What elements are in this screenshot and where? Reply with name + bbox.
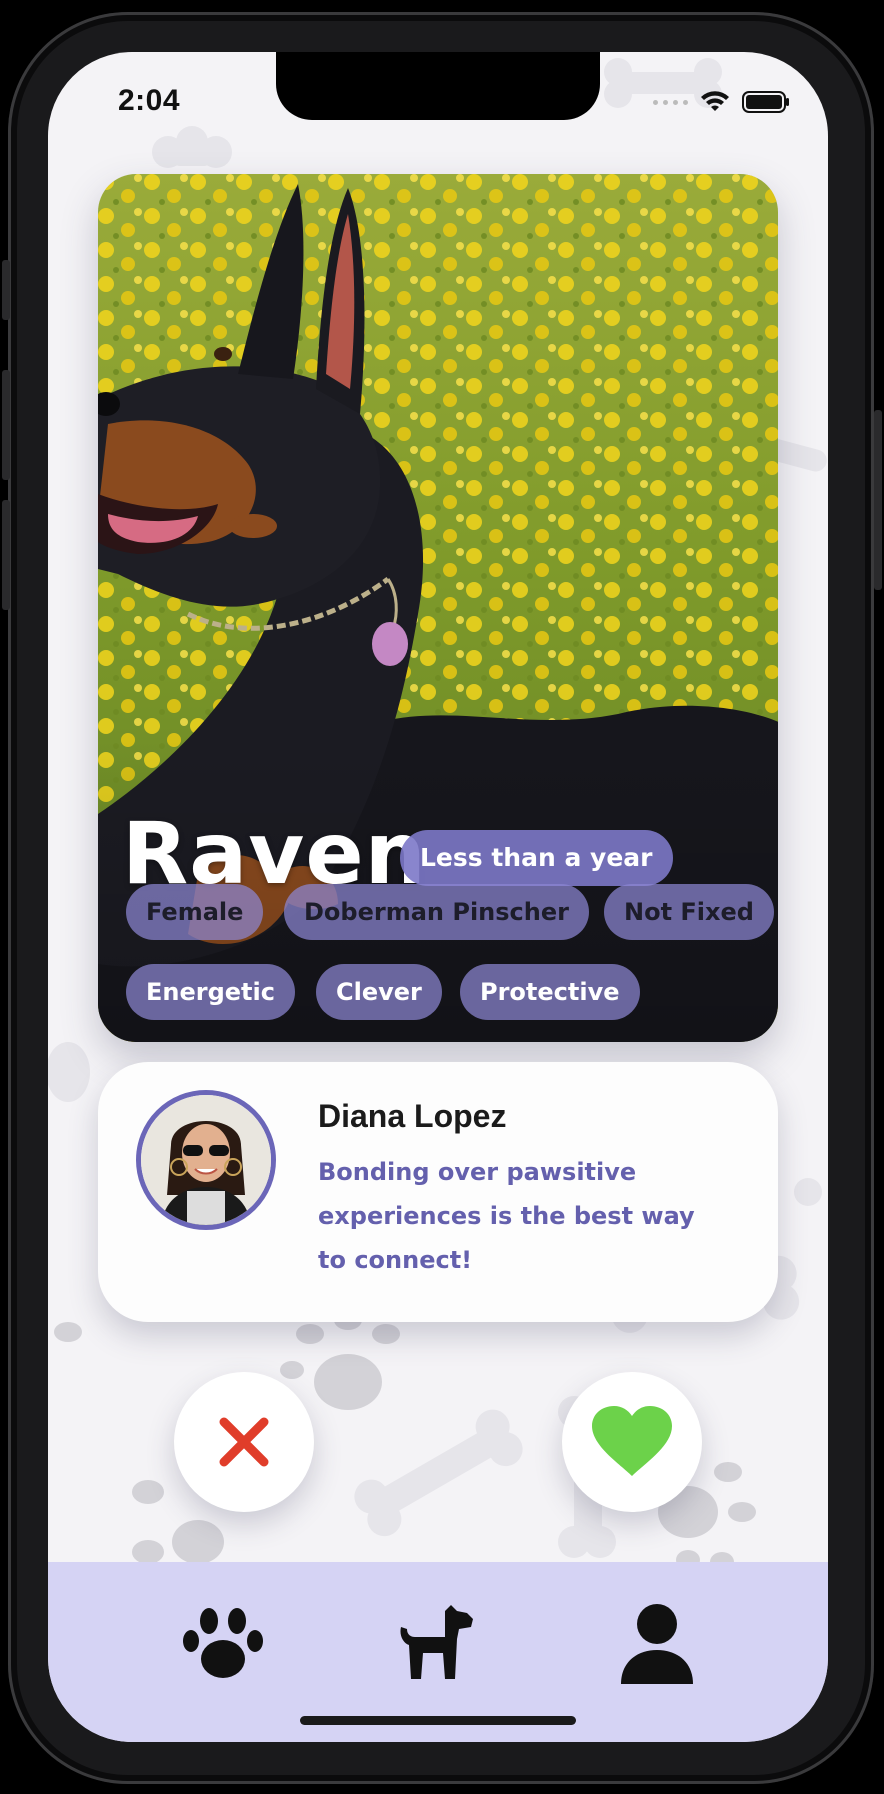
side-button: [2, 370, 10, 480]
tag-trait: Clever: [316, 964, 442, 1020]
tab-bar: [48, 1562, 828, 1742]
tab-discover[interactable]: [178, 1598, 268, 1688]
dog-icon: [400, 1605, 473, 1679]
status-icons: [653, 90, 790, 114]
age-badge: Less than a year: [400, 830, 673, 886]
app-screen: 2:04 Raven Less than a year Female Dober…: [48, 52, 828, 1742]
avatar[interactable]: [136, 1090, 276, 1230]
status-time: 2:04: [118, 84, 181, 117]
like-button[interactable]: [562, 1372, 702, 1512]
tag-fixed-status: Not Fixed: [604, 884, 774, 940]
owner-name: Diana Lopez: [318, 1098, 507, 1134]
wifi-icon: [701, 91, 729, 111]
tag-trait: Energetic: [126, 964, 295, 1020]
pet-card[interactable]: Raven Less than a year Female Doberman P…: [98, 174, 778, 1042]
tag-breed: Doberman Pinscher: [284, 884, 589, 940]
tab-my-pets[interactable]: [390, 1598, 480, 1688]
owner-photo: [141, 1095, 271, 1225]
profile-icon: [621, 1604, 693, 1684]
notch: [276, 52, 600, 120]
side-button: [2, 500, 10, 610]
side-button: [874, 410, 882, 590]
owner-card[interactable]: Diana Lopez Bonding over pawsitive exper…: [98, 1062, 778, 1322]
signal-dots-icon: [653, 99, 688, 105]
owner-bio: Bonding over pawsitive experiences is th…: [318, 1158, 695, 1274]
battery-icon: [742, 91, 789, 113]
heart-icon: [592, 1406, 672, 1476]
tag-sex: Female: [126, 884, 264, 940]
paw-icon: [183, 1608, 263, 1678]
tab-profile[interactable]: [612, 1598, 702, 1688]
reject-button[interactable]: [174, 1372, 314, 1512]
side-button: [2, 260, 10, 320]
tag-trait: Protective: [460, 964, 640, 1020]
home-indicator: [300, 1716, 576, 1725]
close-icon: [219, 1417, 269, 1467]
